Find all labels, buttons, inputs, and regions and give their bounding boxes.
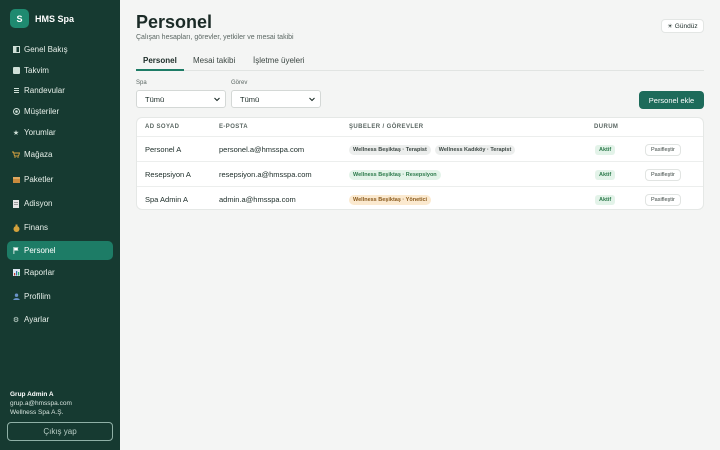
brand-logo: S — [10, 9, 29, 28]
theme-label: Gündüz — [674, 22, 698, 30]
staff-roles: Wellness Beşiktaş · Resepsiyon — [349, 162, 445, 187]
bar-chart-icon — [12, 269, 20, 277]
table-row[interactable]: Spa Admin A admin.a@hmsspa.com Wellness … — [137, 186, 703, 209]
sidebar-item-label: Personel — [24, 246, 56, 255]
tabs-divider — [136, 70, 704, 71]
table-row[interactable]: Resepsiyon A resepsiyon.a@hmsspa.com Wel… — [137, 161, 703, 187]
staff-name: Spa Admin A — [145, 195, 188, 204]
sidebar-item-genel-bakis[interactable]: Genel Bakış — [7, 40, 113, 59]
staff-name: Personel A — [145, 145, 182, 154]
deactivate-button[interactable]: Pasifleştir — [645, 168, 681, 181]
theme-toggle-button[interactable]: ☀ Gündüz — [661, 19, 704, 33]
sidebar-item-label: Mağaza — [24, 150, 53, 159]
user-name: Grup Admin A — [10, 391, 54, 398]
status-cell: Aktif — [595, 187, 616, 209]
chevron-down-icon — [213, 95, 221, 103]
package-icon — [12, 176, 20, 184]
staff-email: admin.a@hmsspa.com — [219, 195, 296, 204]
appointments-icon — [12, 87, 20, 95]
status-badge: Aktif — [595, 169, 616, 180]
sidebar-item-finans[interactable]: Finans — [7, 218, 113, 237]
column-header-email: E-POSTA — [219, 124, 249, 130]
role-badge: Wellness Kadıköy · Terapist — [434, 144, 516, 155]
sidebar-item-label: Adisyon — [24, 199, 53, 208]
staff-roles: Wellness Beşiktaş · Yönetici — [349, 187, 435, 209]
sidebar-item-raporlar[interactable]: Raporlar — [7, 263, 113, 282]
sidebar-item-label: Profilim — [24, 292, 51, 301]
sidebar-item-randevular[interactable]: Randevular — [7, 81, 113, 100]
role-badge: Wellness Beşiktaş · Yönetici — [349, 194, 432, 205]
sidebar-item-label: Paketler — [24, 175, 54, 184]
spa-filter-label: Spa — [136, 80, 147, 86]
sidebar-item-label: Yorumlar — [24, 128, 56, 137]
sidebar-item-takvim[interactable]: Takvim — [7, 61, 113, 80]
staff-email: personel.a@hmsspa.com — [219, 145, 305, 154]
spa-filter-select[interactable]: Tümü — [136, 90, 226, 108]
page-title: Personel — [136, 12, 213, 32]
status-cell: Aktif — [595, 137, 616, 162]
table-row[interactable]: Personel A personel.a@hmsspa.com Wellnes… — [137, 136, 703, 162]
column-header-branches: ŞUBELER / GÖREVLER — [349, 124, 424, 130]
deactivate-button[interactable]: Pasifleştir — [645, 143, 681, 156]
page-subtitle: Çalışan hesapları, görevler, yetkiler ve… — [136, 34, 294, 41]
sidebar-item-label: Takvim — [24, 66, 49, 75]
action-cell: Pasifleştir — [645, 162, 681, 187]
sidebar-item-paketler[interactable]: Paketler — [7, 170, 113, 189]
sidebar-item-personel[interactable]: Personel — [7, 241, 113, 260]
sidebar-item-label: Genel Bakış — [24, 45, 68, 54]
action-cell: Pasifleştir — [645, 187, 681, 209]
column-header-status: DURUM — [594, 124, 619, 130]
sidebar-item-label: Finans — [24, 223, 49, 232]
deactivate-button[interactable]: Pasifleştir — [645, 193, 681, 206]
brand-name: HMS Spa — [35, 13, 75, 24]
staff-roles: Wellness Beşiktaş · Terapist Wellness Ka… — [349, 137, 519, 162]
brand[interactable]: S HMS Spa — [10, 9, 74, 28]
sidebar-item-ayarlar[interactable]: ⚙ Ayarlar — [7, 310, 113, 329]
chevron-down-icon — [308, 95, 316, 103]
receipt-icon — [12, 199, 20, 208]
user-company: Wellness Spa A.Ş. — [10, 409, 64, 416]
gear-icon: ⚙ — [12, 316, 20, 324]
sidebar-item-magaza[interactable]: Mağaza — [7, 145, 113, 164]
sidebar-item-label: Ayarlar — [24, 315, 50, 324]
staff-table: AD SOYAD E-POSTA ŞUBELER / GÖREVLER DURU… — [136, 117, 704, 210]
staff-email: resepsiyon.a@hmsspa.com — [219, 170, 312, 179]
cart-icon — [12, 151, 20, 159]
sidebar-item-label: Raporlar — [24, 268, 55, 277]
sun-icon: ☀ — [667, 23, 673, 30]
sidebar: S HMS Spa Genel Bakış Takvim Randevular … — [0, 0, 120, 450]
sidebar-item-yorumlar[interactable]: ★ Yorumlar — [7, 123, 113, 142]
column-header-name: AD SOYAD — [145, 124, 180, 130]
sidebar-item-label: Müşteriler — [24, 107, 60, 116]
add-staff-button[interactable]: Personel ekle — [639, 91, 704, 109]
star-icon: ★ — [12, 129, 20, 137]
active-tab-indicator — [136, 69, 184, 71]
calendar-icon — [12, 67, 20, 75]
user-email: grup.a@hmsspa.com — [10, 400, 72, 407]
status-badge: Aktif — [595, 144, 616, 155]
role-filter-select[interactable]: Tümü — [231, 90, 321, 108]
sidebar-user-info: Grup Admin A grup.a@hmsspa.com Wellness … — [10, 390, 72, 417]
user-icon — [12, 293, 20, 301]
overview-icon — [12, 46, 20, 54]
role-badge: Wellness Beşiktaş · Resepsiyon — [349, 169, 441, 180]
logout-button[interactable]: Çıkış yap — [7, 422, 113, 441]
status-badge: Aktif — [595, 194, 616, 205]
sidebar-item-musteriler[interactable]: Müşteriler — [7, 102, 113, 121]
spa-filter-value: Tümü — [145, 94, 165, 104]
action-cell: Pasifleştir — [645, 137, 681, 162]
status-cell: Aktif — [595, 162, 616, 187]
money-bag-icon — [12, 224, 20, 232]
staff-name: Resepsiyon A — [145, 170, 191, 179]
role-badge: Wellness Beşiktaş · Terapist — [349, 144, 431, 155]
flag-icon — [12, 247, 20, 255]
role-filter-value: Tümü — [240, 94, 260, 104]
sidebar-item-profilim[interactable]: Profilim — [7, 287, 113, 306]
sidebar-item-adisyon[interactable]: Adisyon — [7, 194, 113, 213]
customers-icon — [12, 108, 20, 116]
sidebar-item-label: Randevular — [24, 86, 65, 95]
role-filter-label: Görev — [231, 80, 248, 86]
